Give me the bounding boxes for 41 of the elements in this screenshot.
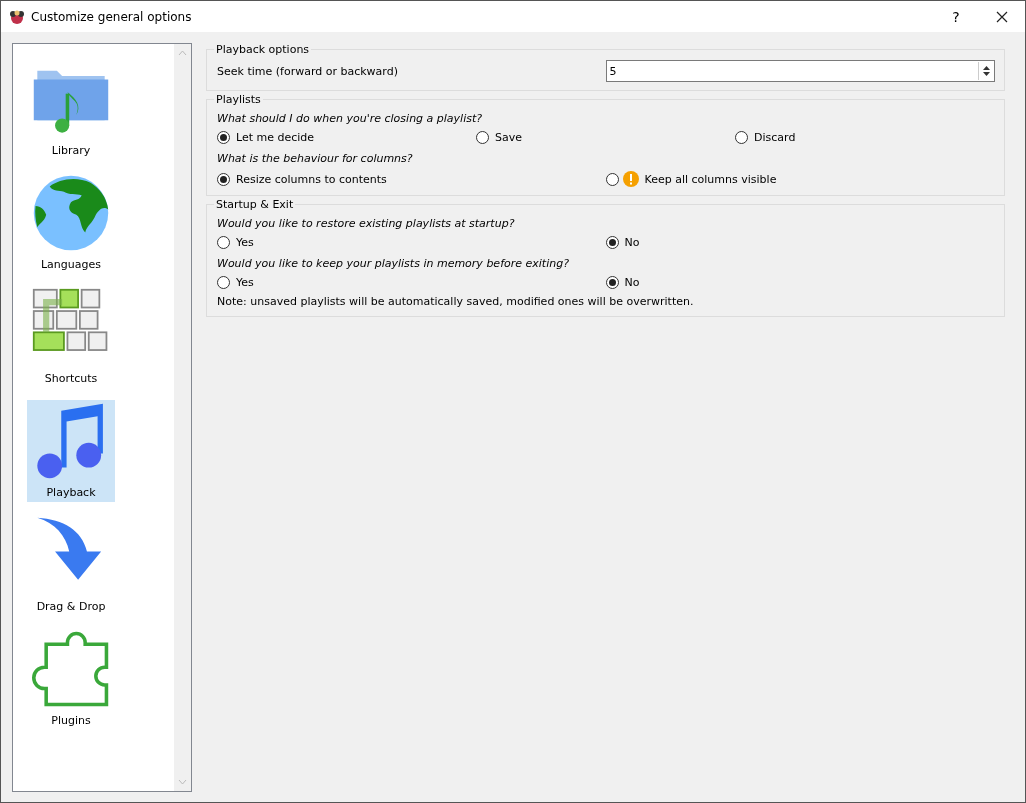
- radio-button[interactable]: [476, 131, 489, 144]
- close-icon: [996, 10, 1008, 23]
- sidebar-item[interactable]: Library: [27, 58, 115, 160]
- radio-label: No: [624, 276, 640, 289]
- question-text: What is the behaviour for columns?: [217, 152, 414, 165]
- sidebar-item[interactable]: Languages: [27, 172, 115, 274]
- sidebar-item[interactable]: Drag & Drop: [27, 514, 115, 616]
- group-title: Playlists: [215, 93, 262, 106]
- group-title: Startup & Exit: [215, 198, 295, 211]
- radio-button[interactable]: [217, 131, 230, 144]
- sidebar-item[interactable]: Plugins: [27, 628, 115, 730]
- radio-label: Save: [495, 131, 522, 144]
- question-text: Would you like to restore existing playlists at startup?: [217, 217, 516, 230]
- radio-label: Let me decide: [236, 131, 315, 144]
- radio-label: Resize columns to contents: [236, 172, 387, 186]
- radio-button[interactable]: [735, 131, 748, 144]
- radio-button[interactable]: [217, 276, 230, 289]
- scroll-down-icon: [178, 779, 187, 785]
- radio-button[interactable]: [605, 276, 619, 289]
- setting-label: Seek time (forward or backward): [217, 64, 399, 78]
- radio-label: Discard: [754, 131, 796, 144]
- question-text: Would you like to keep your playlists in memory before exiting?: [217, 257, 570, 270]
- radio-label: Yes: [236, 236, 254, 249]
- sidebar-item[interactable]: Shortcuts: [27, 286, 115, 388]
- scroll-up-icon: [178, 50, 187, 56]
- help-button[interactable]: ?: [933, 1, 979, 32]
- note-text: Note: unsaved playlists will be automatically saved, modified ones will be overwritten.: [217, 295, 695, 308]
- group-title: Playback options: [215, 43, 311, 56]
- radio-button[interactable]: [217, 236, 230, 249]
- radio-button[interactable]: [217, 172, 230, 186]
- question-text: What should I do when you're closing a playlist?: [217, 112, 484, 125]
- radio-button[interactable]: [605, 236, 619, 249]
- number-field[interactable]: 5: [605, 60, 995, 82]
- radio-label: Yes: [236, 276, 254, 289]
- app-icon: [9, 8, 25, 25]
- radio-label: Keep all columns visible: [644, 172, 777, 186]
- radio-button[interactable]: [605, 172, 619, 186]
- scrollbar[interactable]: [174, 44, 191, 791]
- radio-label: No: [624, 236, 640, 249]
- window-title: Customize general options: [31, 9, 192, 24]
- sidebar-item[interactable]: Playback: [27, 400, 115, 502]
